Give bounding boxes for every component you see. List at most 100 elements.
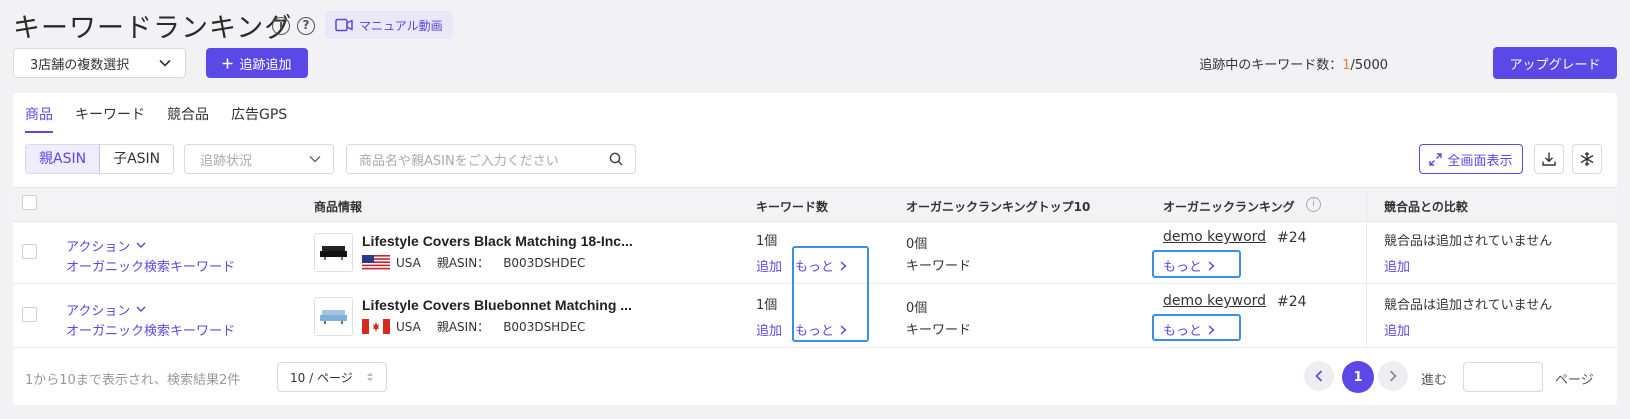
video-icon [335, 18, 353, 32]
row-checkbox[interactable] [22, 244, 37, 259]
tab-products[interactable]: 商品 [25, 104, 53, 133]
tracked-total: /5000 [1350, 58, 1388, 73]
rank-value: #24 [1277, 230, 1307, 246]
col-keyword-count[interactable]: キーワード数 [756, 198, 828, 215]
prev-page-button[interactable] [1304, 361, 1334, 391]
top10-label: キーワード [906, 259, 972, 274]
organic-search-keyword-link[interactable]: オーガニック検索キーワード [66, 320, 235, 339]
top10-label: キーワード [906, 323, 972, 338]
ranked-keyword-link[interactable]: demo keyword [1163, 293, 1266, 309]
chevron-down-icon [159, 59, 171, 67]
search-input[interactable]: 商品名や親ASINをご入力ください [346, 144, 636, 174]
chevron-down-icon [136, 242, 146, 249]
column-divider [1366, 188, 1367, 348]
country: USA [396, 319, 421, 334]
page-size-select[interactable]: 10 / ページ [277, 362, 387, 392]
add-competitor-link[interactable]: 追加 [1384, 320, 1410, 339]
col-product-info: 商品情報 [314, 200, 363, 214]
sofa-image-icon [320, 310, 347, 324]
action-dropdown[interactable]: アクション [66, 236, 146, 255]
tab-bar: 商品 キーワード 競合品 広告GPS [25, 104, 287, 133]
goto-label: 進む [1421, 373, 1448, 388]
sofa-image-icon [320, 246, 347, 260]
page-title: キーワードランキング [13, 13, 293, 44]
tab-ad-gps[interactable]: 広告GPS [231, 104, 287, 133]
rank-value: #24 [1277, 294, 1307, 310]
fullscreen-button[interactable]: 全画面表示 [1419, 144, 1523, 174]
product-name[interactable]: Lifestyle Covers Bluebonnet Matching ... [362, 297, 632, 313]
download-icon [1542, 152, 1556, 166]
action-dropdown[interactable]: アクション [66, 300, 146, 319]
product-thumbnail[interactable] [314, 233, 353, 272]
asin-label: 親ASIN： [436, 256, 490, 270]
track-status-select[interactable]: 追跡状況 [184, 144, 334, 174]
chevron-right-icon [1389, 370, 1397, 382]
goto-page-input[interactable] [1463, 362, 1543, 392]
row-checkbox[interactable] [22, 307, 37, 322]
store-select-value: 3店舗の複数選択 [30, 57, 130, 73]
info-icon[interactable]: i [272, 17, 290, 35]
result-summary: 1から10まで表示され、検索結果2件 [25, 373, 241, 388]
sort-caret-icon [367, 372, 373, 382]
asin-value: B003DSHDEC [503, 255, 586, 270]
upgrade-button[interactable]: アップグレード [1493, 47, 1617, 79]
canada-flag-icon [362, 319, 390, 334]
store-select[interactable]: 3店舗の複数選択 [13, 48, 186, 78]
expand-icon [1429, 152, 1443, 166]
highlight-more-keywords [792, 246, 869, 342]
freeze-columns-button[interactable] [1572, 144, 1602, 174]
manual-video-label: マニュアル動画 [359, 18, 443, 33]
manual-video-button[interactable]: マニュアル動画 [325, 11, 453, 39]
page-number-current[interactable]: 1 [1342, 361, 1374, 393]
add-track-button[interactable]: 追跡追加 [206, 48, 308, 78]
asin-value: B003DSHDEC [503, 319, 586, 334]
highlight-more-ranking-1 [1152, 250, 1241, 278]
page-label: ページ [1555, 373, 1594, 388]
search-placeholder: 商品名や親ASINをご入力ください [359, 153, 559, 169]
top10-count: 0個 [906, 301, 928, 316]
col-organic-top10[interactable]: オーガニックランキングトップ10 [906, 198, 1090, 215]
product-meta: USA 親ASIN： B003DSHDEC [362, 254, 585, 271]
info-icon[interactable]: i [1306, 197, 1321, 212]
keyword-count: 1個 [756, 234, 778, 249]
organic-search-keyword-link[interactable]: オーガニック検索キーワード [66, 256, 235, 275]
product-name[interactable]: Lifestyle Covers Black Matching 18-Inc..… [362, 233, 633, 249]
col-organic-ranking[interactable]: オーガニックランキング [1163, 198, 1295, 215]
search-icon[interactable] [609, 152, 623, 166]
child-asin-button[interactable]: 子ASIN [100, 145, 173, 173]
country: USA [396, 255, 421, 270]
help-icon[interactable]: ? [297, 17, 315, 35]
tracked-keyword-count: 追跡中のキーワード数：1/5000 [1199, 58, 1388, 73]
highlight-more-ranking-2 [1152, 314, 1241, 341]
chevron-left-icon [1315, 370, 1323, 382]
plus-icon [222, 58, 233, 68]
chevron-down-icon [136, 306, 146, 313]
download-button[interactable] [1534, 144, 1564, 174]
tab-competitors[interactable]: 競合品 [167, 104, 209, 133]
ranked-keyword-link[interactable]: demo keyword [1163, 229, 1266, 245]
add-keyword-link[interactable]: 追加 [756, 256, 782, 275]
next-page-button[interactable] [1378, 361, 1408, 391]
chevron-down-icon [309, 156, 321, 163]
add-track-label: 追跡追加 [239, 57, 292, 73]
snowflake-icon [1580, 152, 1594, 166]
asin-label: 親ASIN： [436, 320, 490, 334]
competitor-status: 競合品は追加されていません [1384, 234, 1553, 249]
tracked-current: 1 [1342, 58, 1351, 73]
row-divider [13, 347, 1617, 348]
add-keyword-link[interactable]: 追加 [756, 320, 782, 339]
page-size-value: 10 / ページ [290, 370, 353, 385]
parent-asin-button[interactable]: 親ASIN [26, 145, 101, 173]
asin-toggle: 親ASIN 子ASIN [25, 144, 175, 174]
track-status-placeholder: 追跡状況 [200, 153, 253, 169]
keyword-count: 1個 [756, 298, 778, 313]
tab-keywords[interactable]: キーワード [75, 104, 145, 133]
add-competitor-link[interactable]: 追加 [1384, 256, 1410, 275]
select-all-checkbox[interactable] [22, 195, 37, 210]
fullscreen-label: 全画面表示 [1447, 153, 1513, 169]
product-meta: USA 親ASIN： B003DSHDEC [362, 318, 585, 335]
top10-count: 0個 [906, 237, 928, 252]
product-thumbnail[interactable] [314, 297, 353, 336]
us-flag-icon [362, 255, 390, 270]
col-competitor-compare: 競合品との比較 [1384, 200, 1468, 214]
